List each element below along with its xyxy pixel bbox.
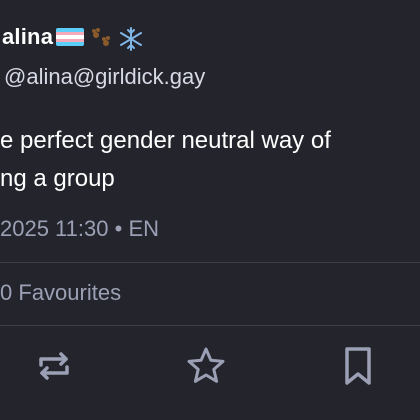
favourites-label: Favourites xyxy=(18,280,122,305)
snowflake-emoji xyxy=(118,26,144,51)
action-bar xyxy=(0,340,420,396)
favourites-link[interactable]: 0 Favourites xyxy=(0,280,121,306)
post-content-line: ng a group xyxy=(0,165,115,192)
post-meta: 2025 11:30 • EN xyxy=(0,216,159,242)
bookmark-button[interactable] xyxy=(334,340,382,392)
trans-flag-emoji xyxy=(56,28,85,46)
display-name[interactable]: alina xyxy=(2,24,53,50)
post-timestamp[interactable]: 2025 11:30 xyxy=(0,216,108,241)
divider xyxy=(0,262,420,263)
paw-prints-emoji xyxy=(88,26,114,48)
favourites-count: 0 xyxy=(0,280,13,305)
account-handle[interactable]: @alina@girldick.gay xyxy=(4,64,205,90)
boost-button[interactable] xyxy=(30,340,78,392)
post-content-line: e perfect gender neutral way of xyxy=(0,127,331,154)
post-detail: alina @alina@girldick.gay e perfect gend… xyxy=(0,0,420,420)
boost-icon xyxy=(39,352,69,380)
post-language: EN xyxy=(128,216,159,241)
meta-separator: • xyxy=(114,216,123,241)
post-content: e perfect gender neutral way of ng a gro… xyxy=(0,122,420,198)
bookmark-icon xyxy=(345,347,371,385)
divider xyxy=(0,325,420,326)
favourite-button[interactable] xyxy=(182,340,230,392)
star-icon xyxy=(187,347,225,383)
author-row[interactable]: alina xyxy=(0,20,144,54)
